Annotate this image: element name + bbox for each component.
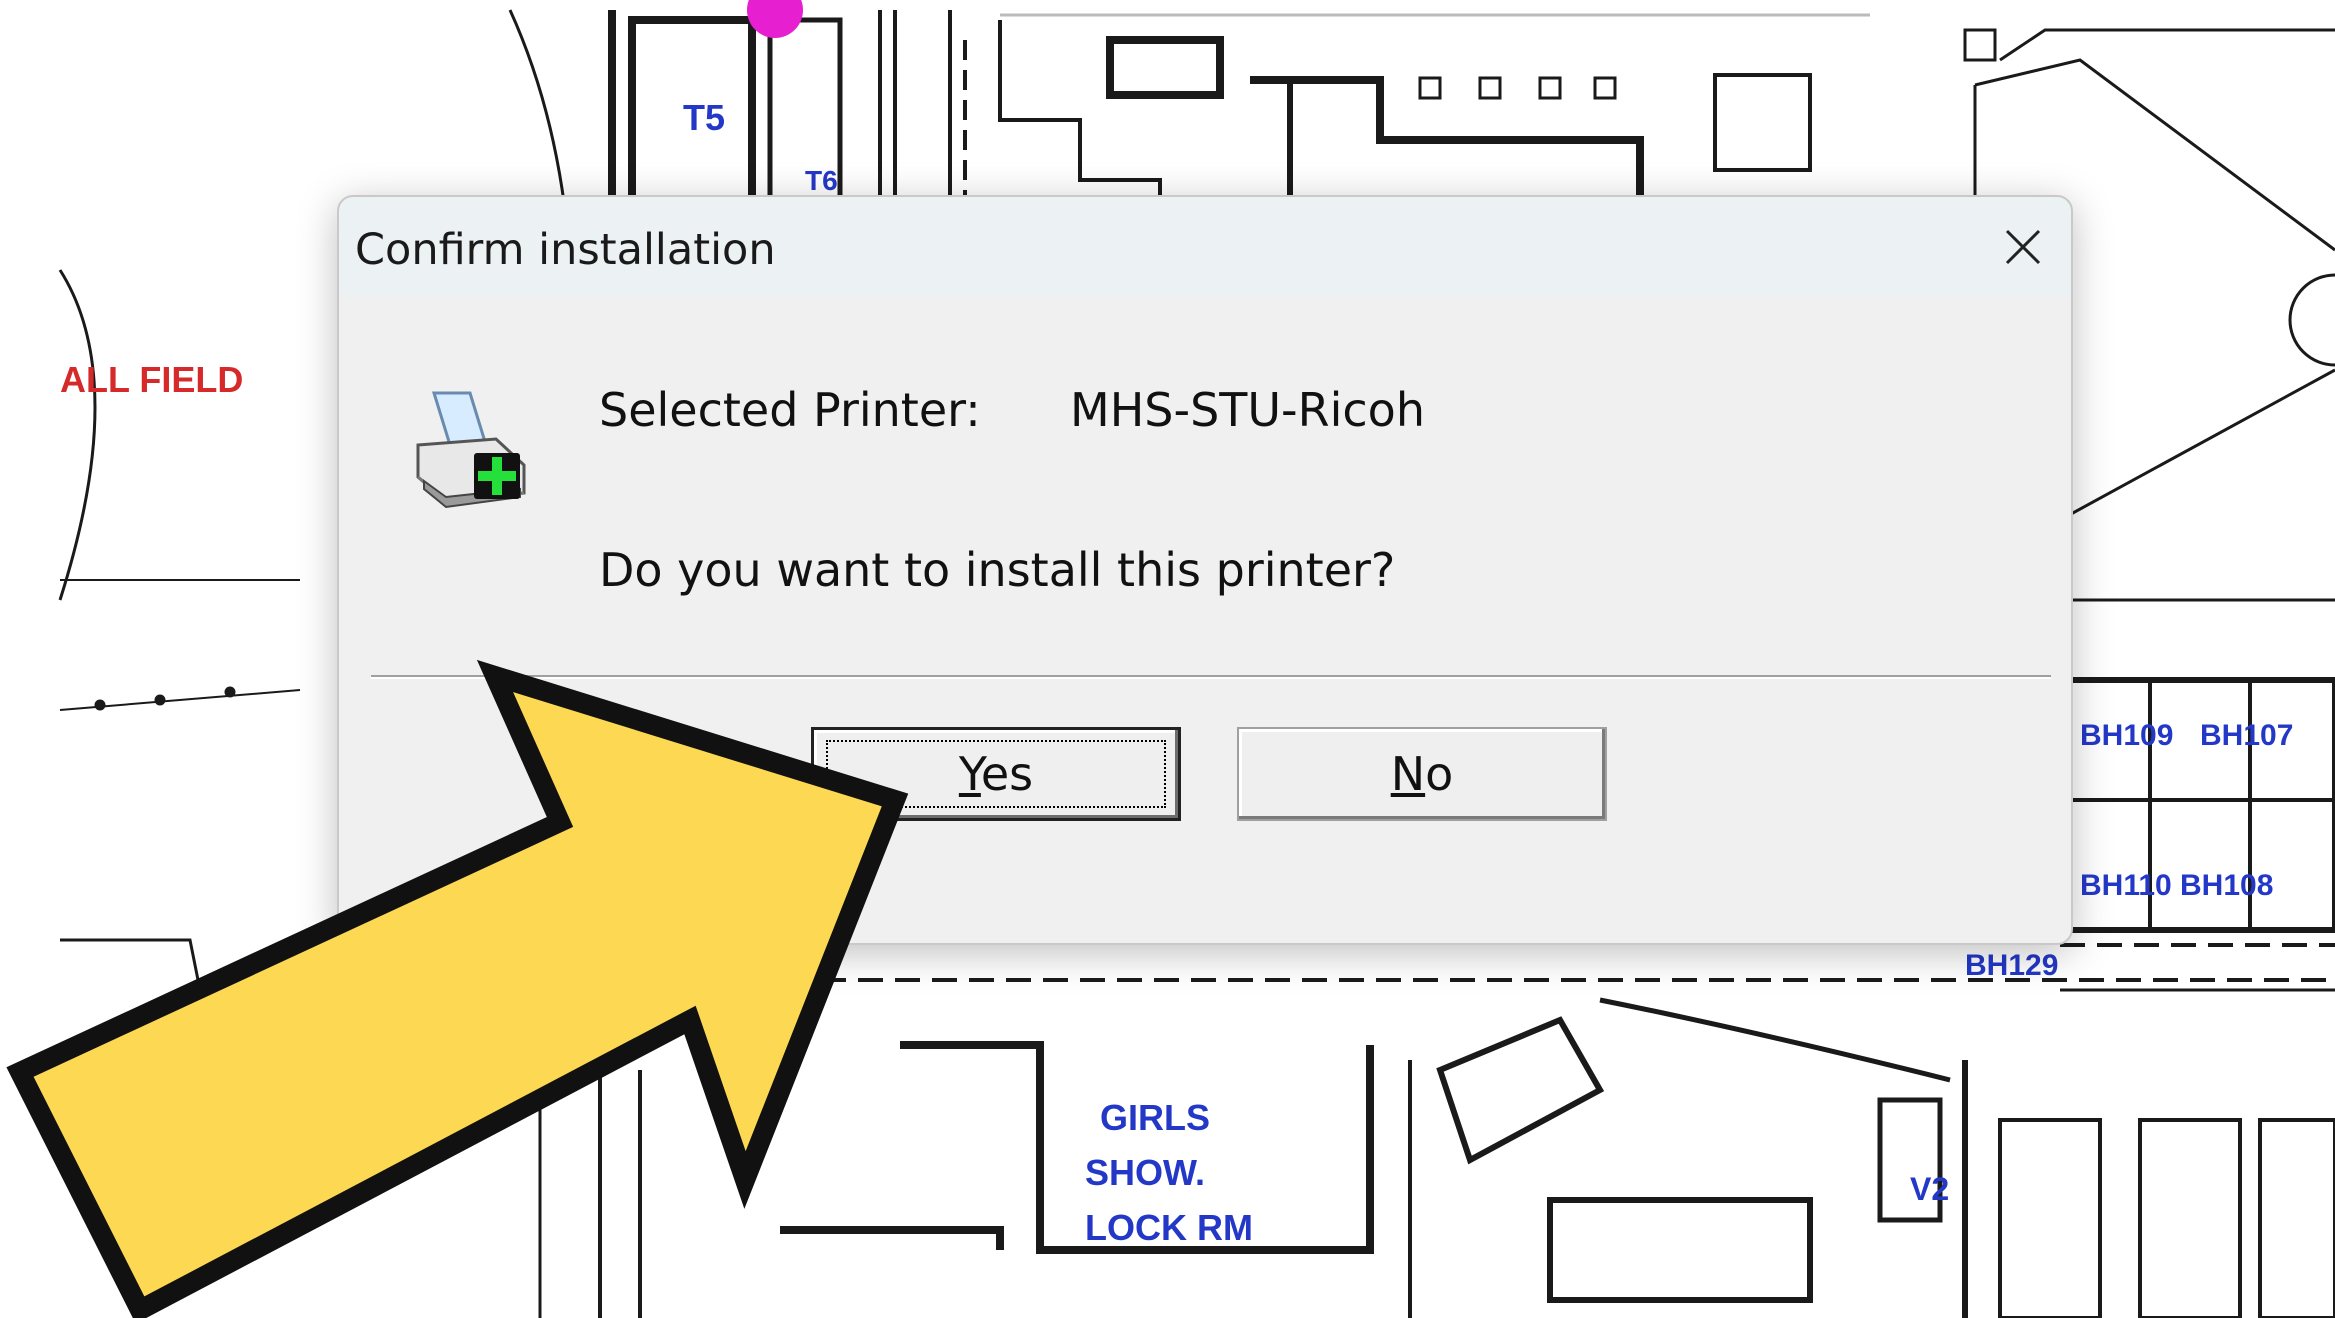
svg-text:BH107: BH107 [2200,719,2293,752]
svg-text:ALL FIELD: ALL FIELD [60,359,243,400]
svg-text:BH109: BH109 [2080,719,2173,752]
dialog-title: Confirm installation [355,225,776,275]
no-button-label: No [1390,747,1454,801]
close-icon [2005,229,2041,265]
svg-text:BH129: BH129 [1965,949,2058,982]
svg-text:SHOW.: SHOW. [1085,1152,1205,1193]
svg-text:V2: V2 [1910,1171,1949,1207]
svg-text:BH110: BH110 [2080,869,2172,902]
yes-button[interactable]: Yes [811,727,1181,821]
svg-text:T5: T5 [683,97,725,138]
dialog-titlebar: Confirm installation [339,197,2071,297]
yes-button-label: Yes [958,747,1034,801]
confirm-installation-dialog: Confirm installation Selected Printer: M… [337,195,2073,945]
close-button[interactable] [1995,219,2051,275]
printer-name: MHS-STU-Ricoh [1070,383,1425,437]
printer-add-icon [416,391,526,509]
dialog-divider [371,675,2051,679]
svg-text:GIRLS: GIRLS [1100,1097,1210,1138]
selected-printer-label: Selected Printer: [599,383,981,437]
svg-text:T6: T6 [805,165,838,196]
svg-text:LOCK RM: LOCK RM [1085,1207,1253,1248]
svg-text:BH108: BH108 [2180,869,2273,902]
no-button[interactable]: No [1237,727,1607,821]
install-question: Do you want to install this printer? [599,543,1396,597]
